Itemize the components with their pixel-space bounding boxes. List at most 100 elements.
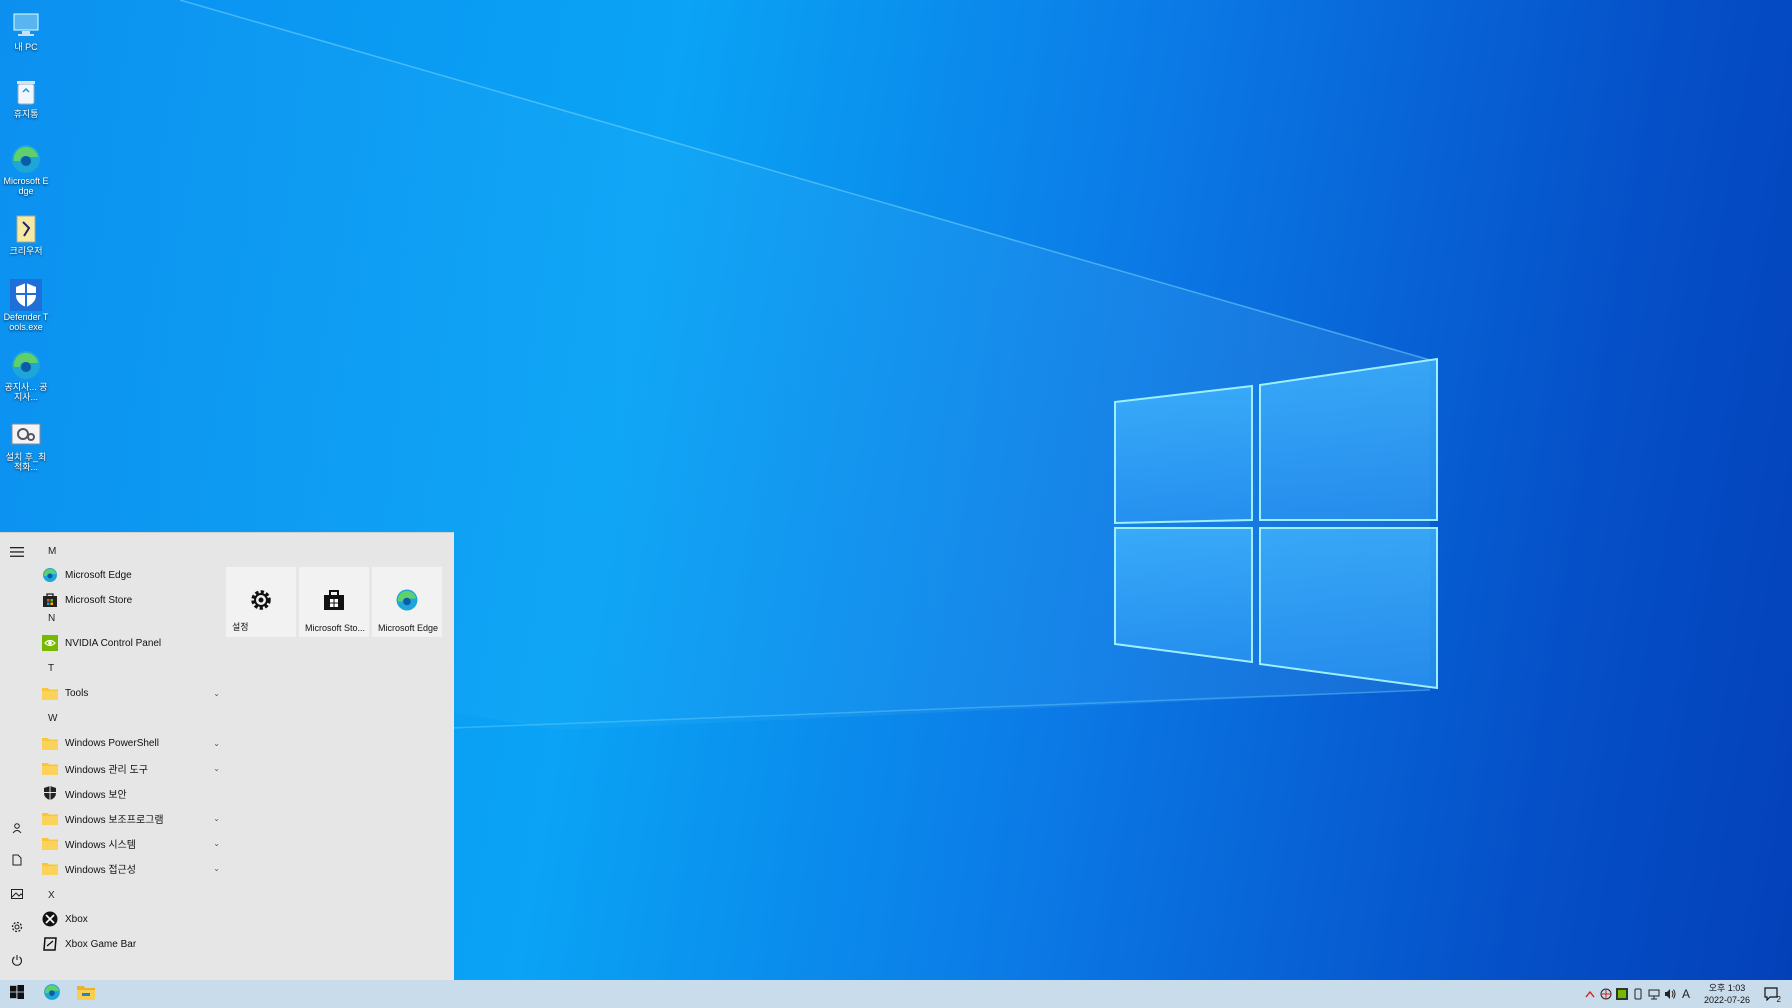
folder-icon <box>42 810 58 826</box>
app-item-microsoft-store[interactable]: Microsoft Store <box>42 588 220 612</box>
desktop-icon-label: 설치 후_최적화... <box>5 452 47 472</box>
shortcut-icon <box>9 212 43 246</box>
settings-gear-icon[interactable] <box>8 918 26 936</box>
app-item-xbox-game-bar[interactable]: Xbox Game Bar <box>42 932 220 956</box>
app-label: Windows 접근성 <box>65 864 136 876</box>
file-explorer-icon <box>77 984 95 1005</box>
chevron-down-icon[interactable]: ⌄ <box>213 689 220 698</box>
clock-date: 2022-07-26 <box>1703 995 1751 1005</box>
app-item-windows-security[interactable]: Windows 보안 <box>42 781 220 805</box>
nvidia-icon <box>42 635 58 651</box>
chevron-down-icon[interactable]: ⌄ <box>213 839 220 848</box>
edge-icon <box>9 348 43 382</box>
desktop-icon-label: 크리우저 <box>9 246 43 256</box>
app-item-windows-admin-tools-folder[interactable]: Windows 관리 도구 ⌄ <box>42 756 220 780</box>
app-label: Tools <box>65 687 89 699</box>
app-item-windows-accessibility-folder[interactable]: Windows 접근성 ⌄ <box>42 856 220 880</box>
start-menu: M Microsoft Edge Microsoft Store N NVIDI… <box>0 532 454 980</box>
app-item-tools-folder[interactable]: Tools ⌄ <box>42 681 220 705</box>
chevron-down-icon[interactable]: ⌄ <box>213 864 220 873</box>
notification-icon: 2 <box>1764 987 1781 1004</box>
gear-icon <box>226 587 296 613</box>
desktop-icon-optimize[interactable]: 설치 후_최적화... <box>2 418 50 472</box>
desktop-icon-defender-tools[interactable]: Defender Tools.exe <box>2 278 50 332</box>
shield-icon <box>42 785 58 801</box>
action-center-button[interactable]: 2 <box>1756 980 1786 1008</box>
start-menu-rail <box>0 533 34 981</box>
taskbar-edge-button[interactable] <box>35 980 69 1008</box>
xbox-icon <box>42 911 58 927</box>
tile-microsoft-store[interactable]: Microsoft Sto... <box>299 567 369 637</box>
app-label: Xbox Game Bar <box>65 938 137 950</box>
desktop-icon-recycle-bin[interactable]: 휴지통 <box>2 75 50 119</box>
usb-device-icon[interactable] <box>1630 986 1646 1002</box>
desktop-icon-edge[interactable]: Microsoft Edge <box>2 142 50 196</box>
store-icon <box>299 587 369 613</box>
app-label: Windows 보안 <box>65 789 127 801</box>
network-icon[interactable] <box>1646 986 1662 1002</box>
start-button[interactable] <box>0 980 34 1008</box>
app-label: Windows 관리 도구 <box>65 764 148 776</box>
letter-header-w[interactable]: W <box>48 713 57 724</box>
pictures-icon[interactable] <box>8 885 26 903</box>
show-hidden-icons-icon[interactable] <box>1582 986 1598 1002</box>
clock-time: 오후 1:03 <box>1708 983 1746 993</box>
app-label: Windows 시스템 <box>65 839 136 851</box>
folder-icon <box>42 860 58 876</box>
app-item-windows-accessories-folder[interactable]: Windows 보조프로그램 ⌄ <box>42 806 220 830</box>
desktop-icon-label: Defender Tools.exe <box>3 312 49 332</box>
app-label: Windows 보조프로그램 <box>65 814 164 826</box>
folder-icon <box>42 835 58 851</box>
input-method-indicator[interactable]: A <box>1678 986 1694 1002</box>
app-list: M Microsoft Edge Microsoft Store N NVIDI… <box>34 533 220 981</box>
desktop-icon-label: 휴지통 <box>13 109 39 119</box>
computer-icon <box>9 8 43 42</box>
documents-icon[interactable] <box>8 851 26 869</box>
app-label: Windows PowerShell <box>65 737 159 749</box>
desktop-icon-label: Microsoft Edge <box>3 176 49 196</box>
app-item-xbox[interactable]: Xbox <box>42 907 220 931</box>
app-item-microsoft-edge[interactable]: Microsoft Edge <box>42 563 220 587</box>
tile-settings[interactable]: 설정 <box>226 567 296 637</box>
folder-icon <box>42 685 58 701</box>
hamburger-menu-icon[interactable] <box>8 543 26 561</box>
power-icon[interactable] <box>8 951 26 969</box>
letter-header-t[interactable]: T <box>48 663 54 674</box>
desktop-icon-shortcut[interactable]: 크리우저 <box>2 212 50 256</box>
notification-count: 2 <box>1776 995 1781 1004</box>
user-account-icon[interactable] <box>8 819 26 837</box>
chevron-down-icon[interactable]: ⌄ <box>213 739 220 748</box>
desktop-icon-label: 공지사... 공지사... <box>4 382 48 402</box>
letter-header-x[interactable]: X <box>48 890 55 901</box>
tile-microsoft-edge[interactable]: Microsoft Edge <box>372 567 442 637</box>
desktop-icon-label: 내 PC <box>14 42 38 52</box>
edge-icon <box>42 567 58 583</box>
taskbar-file-explorer-button[interactable] <box>69 980 103 1008</box>
app-item-nvidia-control-panel[interactable]: NVIDIA Control Panel <box>42 631 220 655</box>
taskbar-clock[interactable]: 오후 1:03 2022-07-26 <box>1696 982 1758 1006</box>
chevron-down-icon[interactable]: ⌄ <box>213 764 220 773</box>
folder-icon <box>42 735 58 751</box>
app-label: Microsoft Edge <box>65 569 132 581</box>
edge-icon <box>9 142 43 176</box>
edge-icon <box>372 587 442 613</box>
desktop-icon-this-pc[interactable]: 내 PC <box>2 8 50 52</box>
letter-header-m[interactable]: M <box>48 546 56 557</box>
desktop-icon-notice-edge[interactable]: 공지사... 공지사... <box>2 348 50 402</box>
settings-tool-icon <box>9 418 43 452</box>
app-item-windows-system-folder[interactable]: Windows 시스템 ⌄ <box>42 831 220 855</box>
system-tray: A <box>1582 980 1694 1008</box>
tile-label: 설정 <box>232 622 249 632</box>
edge-icon <box>43 983 61 1006</box>
recycle-bin-icon <box>9 75 43 109</box>
chevron-down-icon[interactable]: ⌄ <box>213 814 220 823</box>
nvidia-tray-icon[interactable] <box>1614 986 1630 1002</box>
app-label: Microsoft Store <box>65 594 133 606</box>
tile-label: Microsoft Sto... <box>305 623 366 633</box>
app-item-windows-powershell-folder[interactable]: Windows PowerShell ⌄ <box>42 731 220 755</box>
defender-tray-icon[interactable] <box>1598 986 1614 1002</box>
xbox-game-bar-icon <box>42 936 58 952</box>
letter-header-n[interactable]: N <box>48 613 55 624</box>
volume-icon[interactable] <box>1662 986 1678 1002</box>
store-icon <box>42 592 58 608</box>
